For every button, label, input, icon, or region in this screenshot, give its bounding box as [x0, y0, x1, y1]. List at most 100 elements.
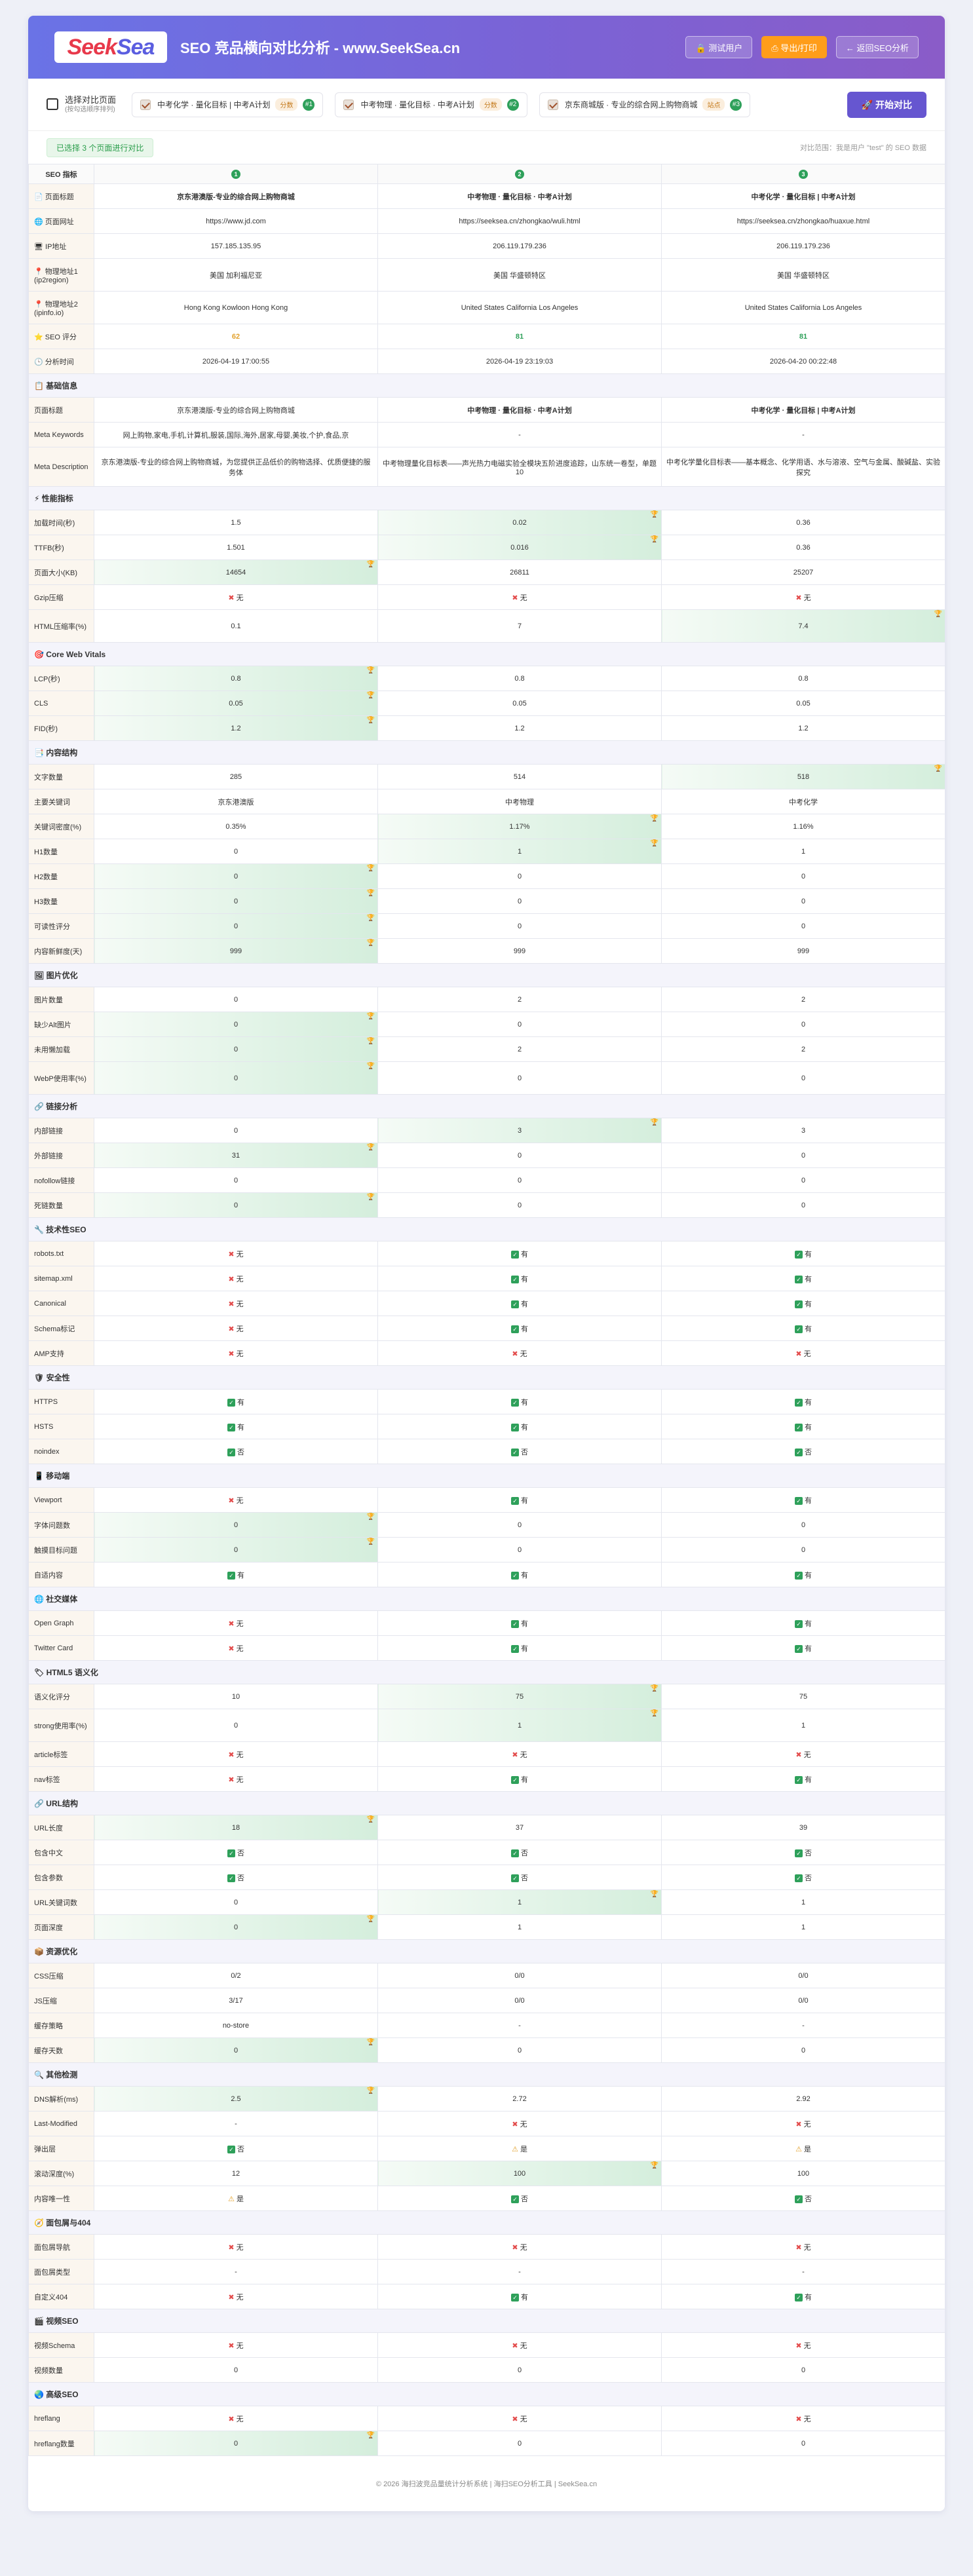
metric-value: ✓ 有	[377, 1389, 662, 1414]
chip-tag: 分数	[275, 98, 298, 111]
metric-label: H1数量	[28, 839, 94, 864]
metric-value: ✖ 无	[661, 2406, 945, 2431]
table-row: FID(秒)1.21.21.2	[28, 715, 945, 741]
metric-label: 缓存策略	[28, 2013, 94, 2038]
page-chip[interactable]: 京东商城版 · 专业的综合网上购物商城 站点 #3	[539, 92, 751, 117]
metric-value: 1.2	[94, 715, 378, 741]
metric-value: 0.05	[661, 691, 945, 716]
metric-value: 0	[377, 888, 662, 914]
table-row: noindex ✓ 否 ✓ 否 ✓ 否	[28, 1439, 945, 1464]
metric-value: ✓ 有	[661, 1316, 945, 1341]
metric-value: 京东港澳版-专业的综合网上购物商城	[94, 397, 378, 423]
metric-value: 206.119.179.236	[661, 233, 945, 259]
metric-value: ✓ 有	[377, 1266, 662, 1291]
metric-value: 0	[377, 2037, 662, 2063]
section-header: 🔍 其他检测	[28, 2062, 945, 2087]
checkbox[interactable]	[547, 99, 558, 110]
metric-value: ⚠ 是	[94, 2186, 378, 2211]
chip-tag: 分数	[479, 98, 502, 111]
metric-value: ⚠ 是	[377, 2136, 662, 2161]
metric-value: 100	[377, 2161, 662, 2186]
metric-value: ✓ 否	[377, 1865, 662, 1890]
page-container: Seek Sea SEO 竞品横向对比分析 - www.SeekSea.cn 🔒 …	[28, 16, 945, 2511]
chip-label: 中考物理 · 量化目标 · 中考A计划	[360, 100, 474, 109]
metric-value: ✖ 无	[377, 1340, 662, 1366]
metric-value: 0/0	[377, 1988, 662, 2013]
metric-label: URL长度	[28, 1815, 94, 1840]
metric-value: 0.8	[377, 666, 662, 691]
print-button[interactable]: ⎙ 导出/打印	[761, 36, 827, 58]
metric-value: 美国 华盛顿特区	[661, 258, 945, 292]
table-row: 🕒 分析时间 2026-04-19 17:00:55 2026-04-19 23:1…	[28, 349, 945, 374]
checkbox[interactable]	[343, 99, 354, 110]
metric-value: Hong Kong Kowloon Hong Kong	[94, 291, 378, 324]
table-row: 字体问题数000	[28, 1512, 945, 1538]
table-row: CSS压缩 0/2 0/0 0/0	[28, 1963, 945, 1988]
metric-value: 999	[94, 938, 378, 964]
section-header: 📦 资源优化	[28, 1939, 945, 1963]
metric-value: 0	[661, 913, 945, 939]
page-chip[interactable]: 中考物理 · 量化目标 · 中考A计划 分数 #2	[335, 92, 527, 117]
metric-value: 0	[377, 1192, 662, 1218]
table-row: AMP支持 ✖ 无 ✖ 无 ✖ 无	[28, 1340, 945, 1366]
metric-label: JS压缩	[28, 1988, 94, 2013]
metric-value: -	[661, 422, 945, 447]
metric-value: United States California Los Angeles	[377, 291, 662, 324]
metric-value: 25207	[661, 559, 945, 585]
metric-value: ✓ 否	[94, 2136, 378, 2161]
metric-label: hreflang数量	[28, 2431, 94, 2456]
table-row: hreflang数量000	[28, 2431, 945, 2456]
metric-value: 0	[377, 1012, 662, 1037]
metric-value: ✓ 否	[94, 1840, 378, 1865]
metric-label: 内容唯一性	[28, 2186, 94, 2211]
table-row: Meta Keywords 网上购物,家电,手机,计算机,服装,国际,海外,居家,…	[28, 422, 945, 447]
metric-value: 0	[661, 1143, 945, 1168]
metric-value: 0/2	[94, 1963, 378, 1988]
table-row: Canonical ✖ 无 ✓ 有 ✓ 有	[28, 1291, 945, 1316]
metric-value: 0	[377, 1143, 662, 1168]
metric-value: 0	[94, 888, 378, 914]
metric-value: 2026-04-20 00:22:48	[661, 349, 945, 374]
metric-value: ✓ 有	[377, 1291, 662, 1316]
metric-label: 未用懒加载	[28, 1036, 94, 1062]
metric-value: -	[377, 422, 662, 447]
metric-label: 死链数量	[28, 1192, 94, 1218]
metric-label: 页面大小(KB)	[28, 559, 94, 585]
metric-value: 2	[377, 1036, 662, 1062]
table-row: 页面深度011	[28, 1914, 945, 1940]
logo[interactable]: Seek Sea	[54, 31, 167, 63]
table-row: 面包屑导航 ✖ 无 ✖ 无 ✖ 无	[28, 2234, 945, 2260]
table-row: 视频数量 0 0 0	[28, 2357, 945, 2383]
chip-label: 中考化学 · 量化目标 | 中考A计划	[157, 100, 271, 109]
metric-label: 面包屑导航	[28, 2234, 94, 2260]
table-row: Twitter Card ✖ 无 ✓ 有 ✓ 有	[28, 1635, 945, 1661]
metric-value: 0.05	[377, 691, 662, 716]
metric-value: 0	[661, 2037, 945, 2063]
metric-value: ✖ 无	[661, 2332, 945, 2358]
metric-value: 0	[94, 1167, 378, 1193]
metric-value: 0	[661, 2357, 945, 2383]
metric-value: 81	[661, 324, 945, 349]
back-button[interactable]: ← 返回SEO分析	[835, 36, 919, 58]
metric-value: ✖ 无	[377, 1741, 662, 1767]
metric-value: ✖ 无	[377, 2111, 662, 2136]
checkbox[interactable]	[140, 99, 151, 110]
metric-value: ✖ 无	[661, 1340, 945, 1366]
metric-value: 0.36	[661, 510, 945, 535]
user-button[interactable]: 🔒 测试用户	[685, 36, 753, 58]
metric-value: 0	[94, 913, 378, 939]
metric-label: Meta Keywords	[28, 422, 94, 447]
table-row: sitemap.xml ✖ 无 ✓ 有 ✓ 有	[28, 1266, 945, 1291]
table-row: CLS0.050.050.05	[28, 691, 945, 716]
start-compare-button[interactable]: 🚀 开始对比	[847, 91, 926, 118]
metric-label: CSS压缩	[28, 1963, 94, 1988]
metric-value: 157.185.135.95	[94, 233, 378, 259]
metric-label: 语义化评分	[28, 1684, 94, 1709]
section-header: 🔗 URL结构	[28, 1791, 945, 1815]
comparison-table: SEO 指标 1 2 3 📄 页面标题 京东港澳版-专业的综合网上购物商城 中考物理 · 量…	[28, 164, 945, 2456]
page-chip[interactable]: 中考化学 · 量化目标 | 中考A计划 分数 #1	[132, 92, 324, 117]
metric-label: 自适内容	[28, 1562, 94, 1587]
table-row: 触摸目标问题000	[28, 1537, 945, 1563]
metric-value: https://seeksea.cn/zhongkao/huaxue.html	[661, 208, 945, 234]
metric-value: ✖ 无	[94, 1766, 378, 1792]
